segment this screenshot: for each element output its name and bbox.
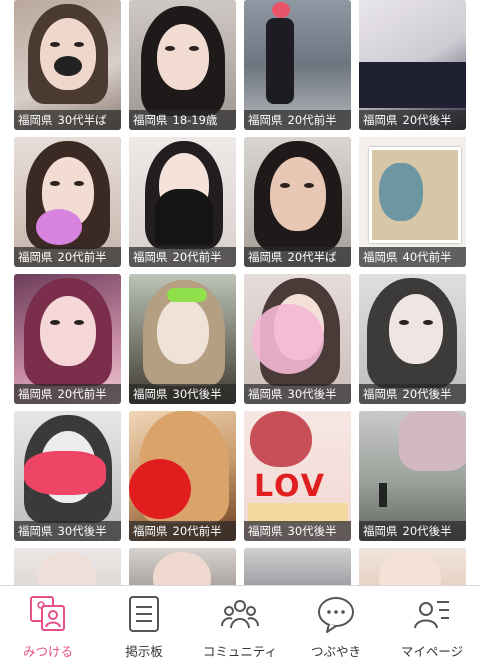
profile-card[interactable] (244, 548, 351, 585)
profile-card[interactable] (129, 548, 236, 585)
tab-murmur[interactable]: つぶやき (288, 586, 384, 661)
tab-community[interactable]: コミュニティ (192, 586, 288, 661)
profile-grid: 福岡県 30代半ば 福岡県 18-19歳 福岡県 20代前半 福岡県 20代後半 福岡県… (14, 0, 466, 585)
profile-card[interactable]: 福岡県 20代前半 (129, 137, 236, 267)
tab-find[interactable]: みつける (0, 586, 96, 661)
profile-caption: 福岡県 20代半ば (244, 247, 351, 267)
profile-card[interactable]: 福岡県 40代前半 (359, 137, 466, 267)
profile-card[interactable]: 福岡県 20代後半 (359, 0, 466, 130)
heart-sticker (272, 2, 290, 18)
profile-photo (129, 548, 236, 585)
tab-label: みつける (22, 644, 73, 659)
profile-caption: 福岡県 20代後半 (359, 384, 466, 404)
heart-sticker (252, 304, 324, 374)
lov-sticker: LOV (254, 469, 326, 504)
tab-label: 掲示板 (125, 644, 163, 659)
profile-card[interactable]: 福岡県 30代後半 (14, 411, 121, 541)
tab-label: コミュニティ (202, 644, 278, 659)
bottom-tab-bar: みつける 掲示板 コミュニティ つぶやき マイページ (0, 585, 480, 661)
profile-card[interactable]: 福岡県 18-19歳 (129, 0, 236, 130)
profile-card[interactable]: 福岡県 20代前半 (129, 411, 236, 541)
profile-caption: 福岡県 20代前半 (14, 247, 121, 267)
profile-card[interactable]: 福岡県 20代前半 (14, 137, 121, 267)
heart-sticker (129, 459, 191, 519)
profile-photo (244, 548, 351, 585)
profile-caption: 福岡県 18-19歳 (129, 110, 236, 130)
dog-nose-sticker (54, 56, 82, 76)
profile-caption: 福岡県 20代前半 (244, 110, 351, 130)
profile-card[interactable]: LOV 福岡県 30代後半 (244, 411, 351, 541)
profile-card[interactable]: 福岡県 30代後半 (129, 274, 236, 404)
tab-label: つぶやき (310, 644, 361, 659)
profile-caption: 福岡県 30代後半 (244, 384, 351, 404)
face-mask (155, 189, 213, 245)
scribble-sticker (24, 451, 106, 495)
profile-card[interactable]: 福岡県 20代前半 (244, 0, 351, 130)
profile-caption: 福岡県 20代後半 (359, 110, 466, 130)
profile-caption: 福岡県 20代前半 (129, 247, 236, 267)
bulletin-board-icon (129, 596, 159, 632)
find-users-icon (30, 596, 65, 631)
heart-sticker (36, 209, 82, 245)
profile-caption: 福岡県 30代後半 (129, 384, 236, 404)
my-page-icon (414, 601, 449, 629)
profile-card[interactable]: 福岡県 30代半ば (14, 0, 121, 130)
profile-caption: 福岡県 30代後半 (14, 521, 121, 541)
profile-card[interactable]: 福岡県 20代後半 (359, 274, 466, 404)
heart-sticker (167, 288, 207, 302)
tab-bulletin-board[interactable]: 掲示板 (96, 586, 192, 661)
tab-label: マイページ (400, 644, 464, 659)
profile-caption: 福岡県 40代前半 (359, 247, 466, 267)
profile-photo (14, 548, 121, 585)
profile-caption: 福岡県 20代前半 (129, 521, 236, 541)
profile-caption: 福岡県 20代後半 (359, 521, 466, 541)
profile-caption: 福岡県 30代後半 (244, 521, 351, 541)
profile-photo (359, 548, 466, 585)
speech-bubble-icon (318, 597, 354, 633)
profile-card[interactable] (14, 548, 121, 585)
profile-card[interactable]: 福岡県 30代後半 (244, 274, 351, 404)
tab-my-page[interactable]: マイページ (384, 586, 480, 661)
profile-caption: 福岡県 30代半ば (14, 110, 121, 130)
profile-card[interactable] (359, 548, 466, 585)
community-icon (221, 600, 259, 629)
profile-card[interactable]: 福岡県 20代前半 (14, 274, 121, 404)
profile-card[interactable]: 福岡県 20代後半 (359, 411, 466, 541)
profile-caption: 福岡県 20代前半 (14, 384, 121, 404)
profile-card[interactable]: 福岡県 20代半ば (244, 137, 351, 267)
